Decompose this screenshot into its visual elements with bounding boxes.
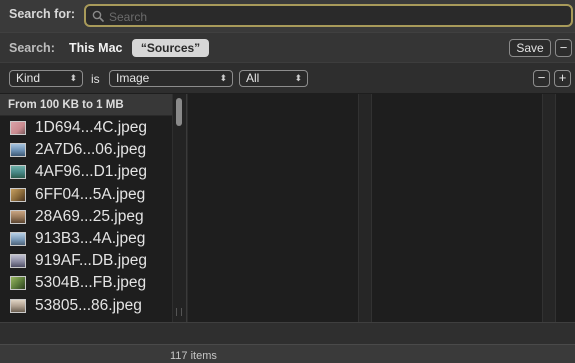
file-item[interactable]: 53805...86.jpeg: [0, 296, 172, 318]
file-item[interactable]: 6FF04...5A.jpeg: [0, 185, 172, 207]
kind-value-select[interactable]: Image ⬍: [109, 70, 233, 87]
file-item[interactable]: 2A7D6...06.jpeg: [0, 140, 172, 162]
column-resize-handle[interactable]: [176, 308, 182, 316]
status-bar: 117 items: [0, 344, 575, 363]
photo-thumbnail-icon: [10, 298, 26, 313]
file-name: 28A69...25.jpeg: [35, 207, 144, 225]
horizontal-scrollbar[interactable]: [0, 322, 575, 344]
file-item[interactable]: 28A69...25.jpeg: [0, 207, 172, 229]
save-search-button[interactable]: Save: [509, 39, 551, 57]
file-item[interactable]: 919AF...DB.jpeg: [0, 251, 172, 273]
file-name: 4AF96...D1.jpeg: [35, 163, 148, 181]
updown-chevron-icon: ⬍: [294, 73, 302, 83]
photo-thumbnail-icon: [10, 209, 26, 224]
file-item[interactable]: 5304B...FB.jpeg: [0, 273, 172, 295]
operator-label: is: [91, 72, 100, 86]
file-item[interactable]: 913B3...4A.jpeg: [0, 229, 172, 251]
file-name: 2A7D6...06.jpeg: [35, 141, 147, 159]
search-icon: [92, 10, 104, 22]
photo-thumbnail-icon: [10, 165, 26, 180]
file-item[interactable]: 4AF96...D1.jpeg: [0, 162, 172, 184]
column-resize-handle[interactable]: [542, 94, 556, 322]
vertical-scrollbar[interactable]: [172, 94, 186, 322]
photo-thumbnail-icon: [10, 231, 26, 246]
browser-column-2: [188, 94, 358, 322]
group-header: From 100 KB to 1 MB: [0, 94, 172, 116]
search-field[interactable]: [84, 4, 573, 27]
file-list: 1D694...4C.jpeg 2A7D6...06.jpeg 4AF96...…: [0, 118, 172, 318]
file-item[interactable]: 1D694...4C.jpeg: [0, 118, 172, 140]
attribute-select[interactable]: Kind ⬍: [9, 70, 83, 87]
file-name: 53805...86.jpeg: [35, 296, 142, 314]
item-count: 117 items: [170, 350, 217, 362]
file-name: 913B3...4A.jpeg: [35, 229, 146, 247]
scope-sources-button[interactable]: “Sources”: [132, 39, 209, 57]
photo-thumbnail-icon: [10, 143, 26, 158]
image-type-select[interactable]: All ⬍: [239, 70, 308, 87]
browser-column-4: [556, 94, 575, 322]
search-scope-bar: Search: This Mac “Sources” Save −: [0, 32, 575, 62]
file-name: 919AF...DB.jpeg: [35, 252, 148, 270]
search-for-label: Search for:: [9, 7, 75, 21]
attribute-select-value: Kind: [16, 71, 41, 85]
file-name: 6FF04...5A.jpeg: [35, 185, 146, 203]
scope-label: Search:: [9, 41, 55, 55]
scope-this-mac-button[interactable]: This Mac: [69, 41, 123, 55]
file-name: 1D694...4C.jpeg: [35, 119, 148, 136]
column-resize-handle[interactable]: [358, 94, 372, 322]
file-name: 5304B...FB.jpeg: [35, 274, 147, 292]
photo-thumbnail-icon: [10, 187, 26, 202]
updown-chevron-icon: ⬍: [69, 73, 77, 83]
photo-thumbnail-icon: [10, 254, 26, 269]
browser-column-3: [372, 94, 542, 322]
photo-thumbnail-icon: [10, 121, 26, 135]
image-type-select-value: All: [246, 71, 260, 85]
results-column: From 100 KB to 1 MB 1D694...4C.jpeg 2A7D…: [0, 94, 187, 322]
kind-value-select-value: Image: [116, 71, 150, 85]
updown-chevron-icon: ⬍: [219, 73, 227, 83]
photo-thumbnail-icon: [10, 276, 26, 291]
remove-criteria-button[interactable]: −: [533, 70, 550, 87]
criteria-row: Kind ⬍ is Image ⬍ All ⬍ − +: [0, 62, 575, 94]
scrollbar-thumb[interactable]: [176, 98, 182, 126]
add-criteria-button[interactable]: +: [554, 70, 571, 87]
search-input[interactable]: [109, 8, 559, 25]
remove-search-button[interactable]: −: [555, 39, 572, 57]
search-row: Search for:: [0, 0, 575, 32]
